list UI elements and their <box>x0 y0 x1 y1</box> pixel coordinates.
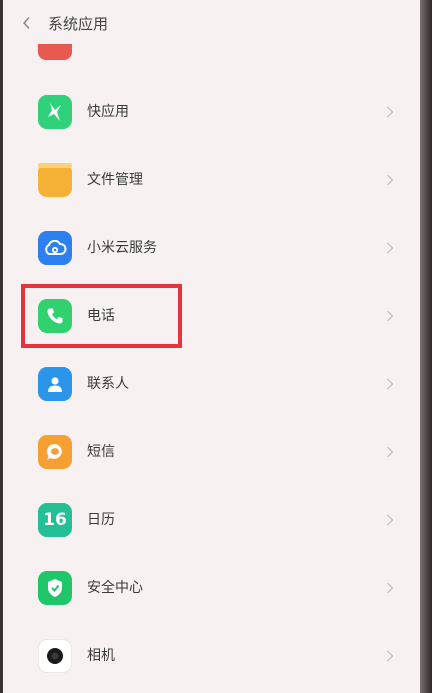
camera-icon <box>38 639 72 673</box>
security-center-icon <box>38 571 72 605</box>
quick-app-icon <box>38 95 72 129</box>
list-item-label: 文件管理 <box>87 172 143 188</box>
list-item-label: 相机 <box>87 648 115 664</box>
list-item-label: 短信 <box>87 444 115 460</box>
list-item-file-manager[interactable]: 文件管理 <box>3 146 420 214</box>
chevron-right-icon <box>387 174 394 186</box>
settings-list: 快应用 文件管理 小米云服务 电话 联系人 短信 16 日历 安全中心 相机 <box>3 0 420 693</box>
device-edge <box>420 0 432 693</box>
cloud-service-icon <box>38 231 72 265</box>
list-item-cloud-service[interactable]: 小米云服务 <box>3 214 420 282</box>
calendar-icon: 16 <box>38 503 72 537</box>
messages-icon <box>38 435 72 469</box>
list-item-label: 小米云服务 <box>87 240 157 256</box>
chevron-right-icon <box>387 106 394 118</box>
chevron-right-icon <box>387 310 394 322</box>
list-item-phone[interactable]: 电话 <box>3 282 420 350</box>
screen: 快应用 文件管理 小米云服务 电话 联系人 短信 16 日历 安全中心 相机 系… <box>3 0 420 693</box>
list-item-contacts[interactable]: 联系人 <box>3 350 420 418</box>
contacts-icon <box>38 367 72 401</box>
chevron-right-icon <box>387 242 394 254</box>
chevron-right-icon <box>387 514 394 526</box>
chevron-right-icon <box>387 378 394 390</box>
list-item-label: 日历 <box>87 512 115 528</box>
list-item-label: 电话 <box>87 308 115 324</box>
calendar-icon-date: 16 <box>43 510 67 530</box>
page-title: 系统应用 <box>48 15 109 33</box>
phone-icon <box>38 299 72 333</box>
file-manager-icon <box>38 163 72 197</box>
back-arrow-icon[interactable] <box>21 16 33 30</box>
list-item-label: 联系人 <box>87 376 129 392</box>
list-item-messages[interactable]: 短信 <box>3 418 420 486</box>
list-item-security-center[interactable]: 安全中心 <box>3 554 420 622</box>
list-item-calendar[interactable]: 16 日历 <box>3 486 420 554</box>
list-item-label: 快应用 <box>87 104 129 120</box>
list-item-camera[interactable]: 相机 <box>3 622 420 690</box>
chevron-right-icon <box>387 446 394 458</box>
list-item-label: 安全中心 <box>87 580 143 596</box>
chevron-right-icon <box>387 582 394 594</box>
header-bar: 系统应用 <box>3 0 420 44</box>
list-item-quick-app[interactable]: 快应用 <box>3 78 420 146</box>
chevron-right-icon <box>387 650 394 662</box>
